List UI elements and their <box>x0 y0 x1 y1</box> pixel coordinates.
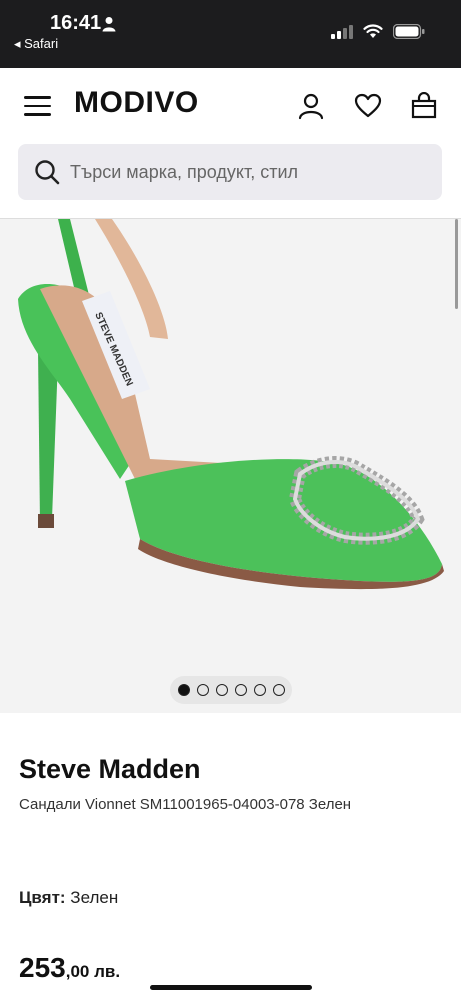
color-value: Зелен <box>70 888 119 907</box>
back-to-safari-link[interactable]: ◂ Safari <box>14 36 58 52</box>
gallery-pagination <box>170 676 292 704</box>
search-input[interactable] <box>70 144 430 200</box>
price-main: 253 <box>19 952 66 983</box>
product-price: 253,00 лв. <box>19 952 120 984</box>
person-icon <box>102 17 116 32</box>
gallery-dot-1[interactable] <box>177 684 190 696</box>
status-indicators <box>331 24 425 39</box>
status-bar: 16:41 ◂ Safari <box>0 0 461 68</box>
signal-icon <box>331 24 353 39</box>
gallery-dot-6[interactable] <box>272 684 285 696</box>
product-brand[interactable]: Steve Madden <box>19 754 201 785</box>
product-color: Цвят: Зелен <box>19 888 118 908</box>
gallery-dot-5[interactable] <box>253 684 266 696</box>
heart-icon[interactable] <box>354 92 382 120</box>
home-indicator[interactable] <box>150 985 312 990</box>
user-icon[interactable] <box>297 92 325 120</box>
gallery-dot-4[interactable] <box>234 684 247 696</box>
battery-icon <box>393 24 425 39</box>
gallery-dot-2[interactable] <box>196 684 209 696</box>
price-rest: ,00 лв. <box>65 962 121 981</box>
product-image[interactable]: STEVE MADDEN <box>0 219 461 713</box>
wifi-icon <box>363 24 383 38</box>
page-scrollbar[interactable] <box>455 219 458 309</box>
search-bar[interactable] <box>18 144 442 200</box>
gallery-dot-3[interactable] <box>215 684 228 696</box>
color-label: Цвят: <box>19 888 66 907</box>
modivo-logo[interactable]: MODIVO <box>74 86 199 120</box>
search-icon <box>35 160 60 185</box>
bag-icon[interactable] <box>410 92 438 120</box>
status-time: 16:41 <box>50 12 102 34</box>
shoe-illustration: STEVE MADDEN <box>18 219 444 590</box>
product-name: Сандали Vionnet SM11001965-04003-078 Зел… <box>19 796 352 813</box>
site-header: MODIVO <box>0 68 461 142</box>
menu-icon[interactable] <box>24 96 51 116</box>
